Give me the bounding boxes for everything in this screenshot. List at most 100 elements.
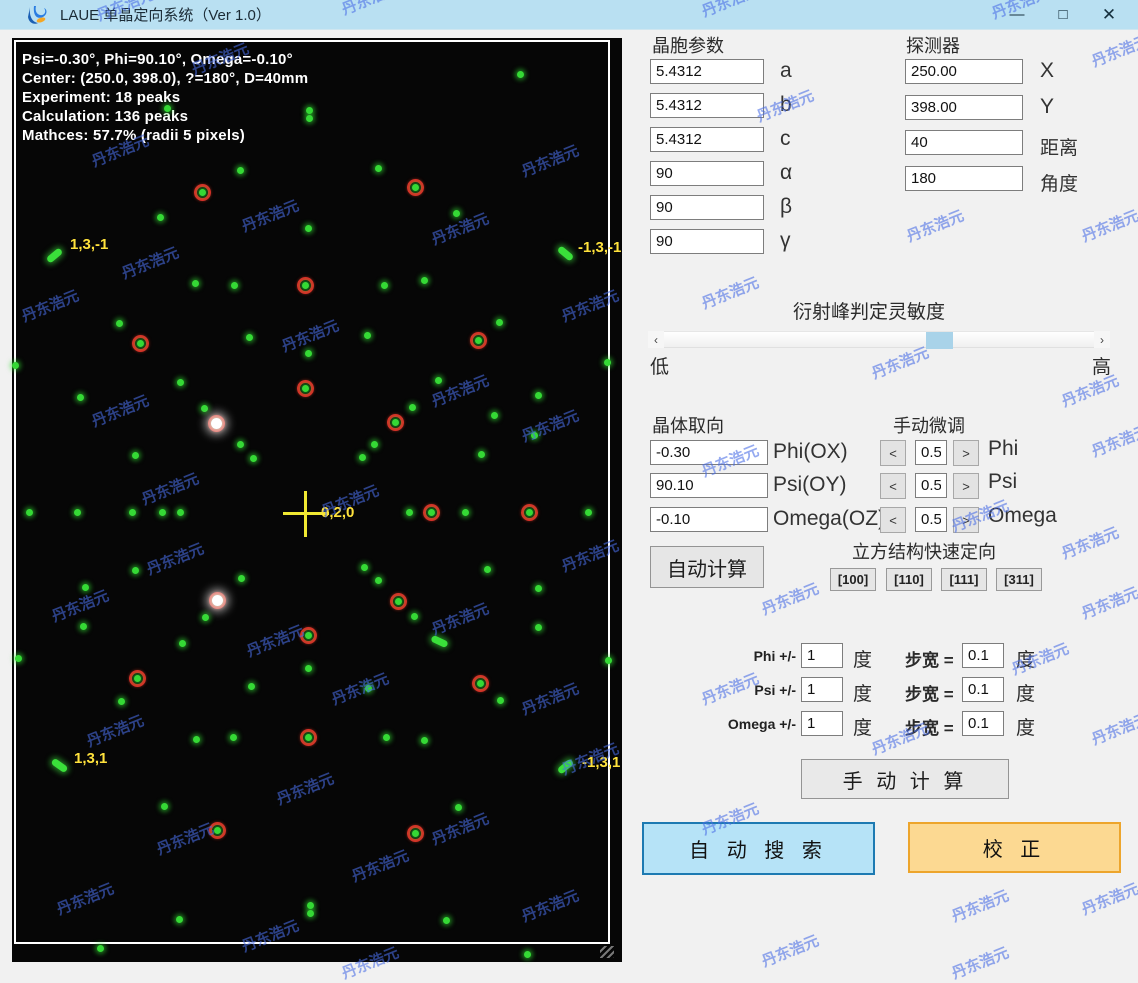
cubic-311-button[interactable]: [311] <box>996 568 1042 591</box>
auto-calculate-button[interactable]: 自动计算 <box>650 546 764 588</box>
pattern-info-overlay: Psi=-0.30°, Phi=90.10°, Omega=-0.10° Cen… <box>22 51 309 144</box>
calibrate-button[interactable]: 校 正 <box>908 822 1121 873</box>
omega-stepwidth-input[interactable] <box>962 711 1004 736</box>
diffraction-peak <box>491 412 498 419</box>
diffraction-peak <box>421 737 428 744</box>
watermark-text: 丹东浩元 <box>904 207 967 246</box>
cubic-111-button[interactable]: [111] <box>941 568 987 591</box>
diffraction-peak <box>132 452 139 459</box>
slider-track[interactable] <box>664 331 1094 349</box>
diffraction-peak <box>305 665 312 672</box>
diffraction-peak <box>201 405 208 412</box>
resize-grip[interactable] <box>600 946 614 958</box>
manual-calculate-button[interactable]: 手 动 计 算 <box>801 759 1009 799</box>
cubic-title: 立方结构快速定向 <box>852 542 996 562</box>
cell-alpha-input[interactable] <box>650 161 764 186</box>
diffraction-peak <box>428 509 435 516</box>
omega-increase-button[interactable]: > <box>953 507 979 533</box>
cubic-110-button[interactable]: [110] <box>886 568 932 591</box>
peak-streak <box>430 634 449 649</box>
diffraction-peak <box>15 655 22 662</box>
diffraction-peak <box>306 115 313 122</box>
slider-thumb[interactable] <box>926 332 954 349</box>
diffraction-peak <box>137 340 144 347</box>
watermark-text: 丹东浩元 <box>1059 524 1122 563</box>
omega-oz-input[interactable] <box>650 507 768 532</box>
phi-step-input[interactable] <box>915 440 947 465</box>
diffraction-peak <box>375 165 382 172</box>
diffraction-peak <box>443 917 450 924</box>
diffraction-peak <box>531 432 538 439</box>
diffraction-peak <box>307 910 314 917</box>
phi-deg-label: 度 <box>853 650 873 671</box>
peak-streak <box>50 757 69 774</box>
sensitivity-low-label: 低 <box>650 357 670 378</box>
image-frame <box>14 40 610 944</box>
diffraction-peak <box>381 282 388 289</box>
diffraction-peak <box>412 184 419 191</box>
psi-range-input[interactable] <box>801 677 843 702</box>
diffraction-peak <box>238 575 245 582</box>
cell-gamma-label: γ <box>780 229 791 252</box>
diffraction-peak <box>475 337 482 344</box>
slider-right-arrow-icon[interactable]: › <box>1094 331 1110 348</box>
detector-y-label: Y <box>1040 95 1055 118</box>
psi-stepwidth-input[interactable] <box>962 677 1004 702</box>
diffraction-peak <box>193 736 200 743</box>
peak-index-label: 1,3,-1 <box>70 236 109 253</box>
psi-step-input[interactable] <box>915 473 947 498</box>
watermark-text: 丹东浩元 <box>1089 422 1138 461</box>
detector-angle-input[interactable] <box>905 166 1023 191</box>
psi-deg2-label: 度 <box>1016 684 1036 705</box>
cell-gamma-input[interactable] <box>650 229 764 254</box>
detector-distance-input[interactable] <box>905 130 1023 155</box>
diffraction-peak <box>409 404 416 411</box>
diffraction-peak <box>484 566 491 573</box>
maximize-button[interactable]: □ <box>1040 0 1086 30</box>
diffraction-peak <box>517 71 524 78</box>
omega-range-input[interactable] <box>801 711 843 736</box>
psi-decrease-button[interactable]: < <box>880 473 906 499</box>
cell-params-title: 晶胞参数 <box>652 36 724 56</box>
peak-index-label: -1,3,-1 <box>578 239 622 256</box>
phi-range-input[interactable] <box>801 643 843 668</box>
psi-increase-button[interactable]: > <box>953 473 979 499</box>
diffraction-peak <box>371 441 378 448</box>
psi-oy-input[interactable] <box>650 473 768 498</box>
diffraction-peak <box>246 334 253 341</box>
cell-beta-input[interactable] <box>650 195 764 220</box>
laue-pattern-image[interactable]: Psi=-0.30°, Phi=90.10°, Omega=-0.10° Cen… <box>12 38 622 962</box>
bright-peak <box>211 418 222 429</box>
detector-x-input[interactable] <box>905 59 1023 84</box>
phi-increase-button[interactable]: > <box>953 440 979 466</box>
sensitivity-title: 衍射峰判定灵敏度 <box>793 302 946 323</box>
detector-x-label: X <box>1040 59 1055 82</box>
phi-stepwidth-input[interactable] <box>962 643 1004 668</box>
diffraction-peak <box>477 680 484 687</box>
cell-a-input[interactable] <box>650 59 764 84</box>
auto-search-button[interactable]: 自 动 搜 索 <box>642 822 875 875</box>
peak-index-label: -1,3,1 <box>582 754 621 771</box>
phi-ox-input[interactable] <box>650 440 768 465</box>
cell-c-input[interactable] <box>650 127 764 152</box>
watermark-text: 丹东浩元 <box>759 932 822 971</box>
minimize-button[interactable]: — <box>994 0 1040 30</box>
diffraction-peak <box>134 675 141 682</box>
detector-y-input[interactable] <box>905 95 1023 120</box>
cell-b-input[interactable] <box>650 93 764 118</box>
detector-title: 探测器 <box>906 36 960 56</box>
fine-tune-phi-label: Phi <box>988 437 1019 460</box>
cubic-100-button[interactable]: [100] <box>830 568 876 591</box>
omega-step-input[interactable] <box>915 507 947 532</box>
diffraction-peak <box>248 683 255 690</box>
diffraction-peak <box>305 734 312 741</box>
sensitivity-slider[interactable]: ‹ › <box>648 331 1110 349</box>
diffraction-peak <box>496 319 503 326</box>
omega-decrease-button[interactable]: < <box>880 507 906 533</box>
watermark-text: 丹东浩元 <box>1079 584 1138 623</box>
phi-decrease-button[interactable]: < <box>880 440 906 466</box>
close-button[interactable]: ✕ <box>1086 0 1132 30</box>
slider-left-arrow-icon[interactable]: ‹ <box>648 331 664 348</box>
watermark-text: 丹东浩元 <box>1079 880 1138 919</box>
diffraction-peak <box>118 698 125 705</box>
